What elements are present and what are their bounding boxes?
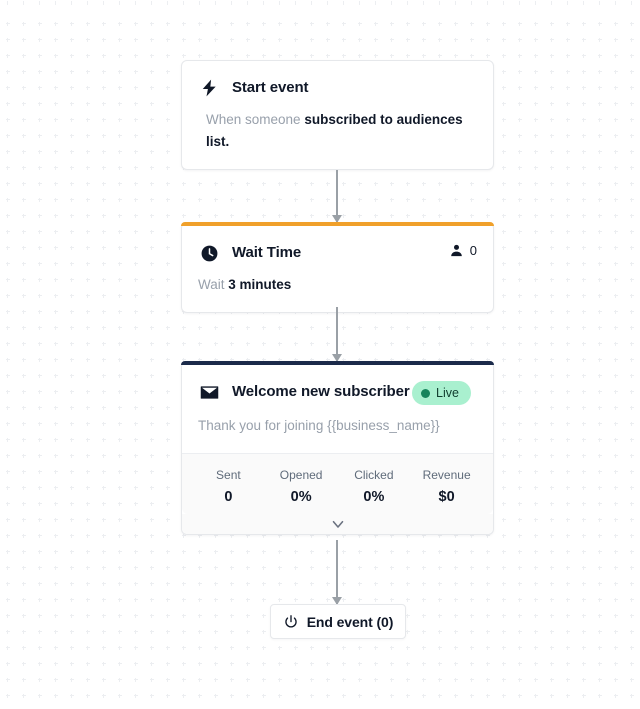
live-badge-label: Live [436, 385, 459, 401]
stat-sent: Sent 0 [192, 466, 265, 508]
email-stats-row: Sent 0 Opened 0% Clicked 0% Revenue $0 [182, 453, 493, 514]
end-event-label: End event (0) [307, 614, 394, 630]
node-email-welcome[interactable]: Welcome new subscriber Live Thank you fo… [181, 361, 494, 535]
status-badge-live: Live [412, 381, 471, 405]
start-event-title: Start event [232, 77, 477, 99]
stat-revenue-label: Revenue [410, 466, 483, 484]
stat-revenue-value: $0 [410, 486, 483, 508]
node-start-event[interactable]: Start event When someone subscribed to a… [181, 60, 494, 170]
email-header: Welcome new subscriber Live [182, 365, 493, 405]
stat-sent-label: Sent [192, 466, 265, 484]
wait-time-title: Wait Time [232, 242, 449, 264]
connector-wait-to-email [336, 307, 338, 361]
wait-time-duration: 3 minutes [228, 277, 291, 292]
live-status-dot [421, 389, 430, 398]
email-title: Welcome new subscriber [232, 381, 412, 403]
wait-time-audience-value: 0 [470, 243, 477, 258]
wait-time-description-prefix: Wait [198, 277, 228, 292]
stat-clicked-label: Clicked [338, 466, 411, 484]
stat-sent-value: 0 [192, 486, 265, 508]
stat-opened-label: Opened [265, 466, 338, 484]
email-subject-preview: Thank you for joining {{business_name}} [182, 405, 493, 453]
email-expand-toggle[interactable] [182, 514, 493, 534]
start-event-description-prefix: When someone [206, 112, 304, 127]
wait-time-header: Wait Time 0 [182, 226, 493, 264]
stat-opened-value: 0% [265, 486, 338, 508]
start-event-header: Start event [182, 61, 493, 99]
workflow-canvas[interactable]: Start event When someone subscribed to a… [0, 0, 640, 709]
wait-time-audience-count[interactable]: 0 [449, 242, 477, 258]
stat-clicked-value: 0% [338, 486, 411, 508]
person-icon [449, 243, 464, 258]
start-event-description: When someone subscribed to audiences lis… [182, 99, 493, 169]
connector-start-to-wait [336, 170, 338, 222]
chevron-down-icon [329, 515, 347, 533]
power-icon [283, 614, 299, 630]
stat-clicked: Clicked 0% [338, 466, 411, 508]
lightning-bolt-icon [198, 77, 220, 99]
clock-icon [198, 242, 220, 264]
stat-opened: Opened 0% [265, 466, 338, 508]
connector-email-to-end [336, 540, 338, 604]
envelope-icon [198, 381, 220, 403]
node-wait-time[interactable]: Wait Time 0 Wait 3 minutes [181, 222, 494, 313]
stat-revenue: Revenue $0 [410, 466, 483, 508]
node-end-event[interactable]: End event (0) [270, 604, 406, 639]
wait-time-description: Wait 3 minutes [182, 264, 493, 312]
